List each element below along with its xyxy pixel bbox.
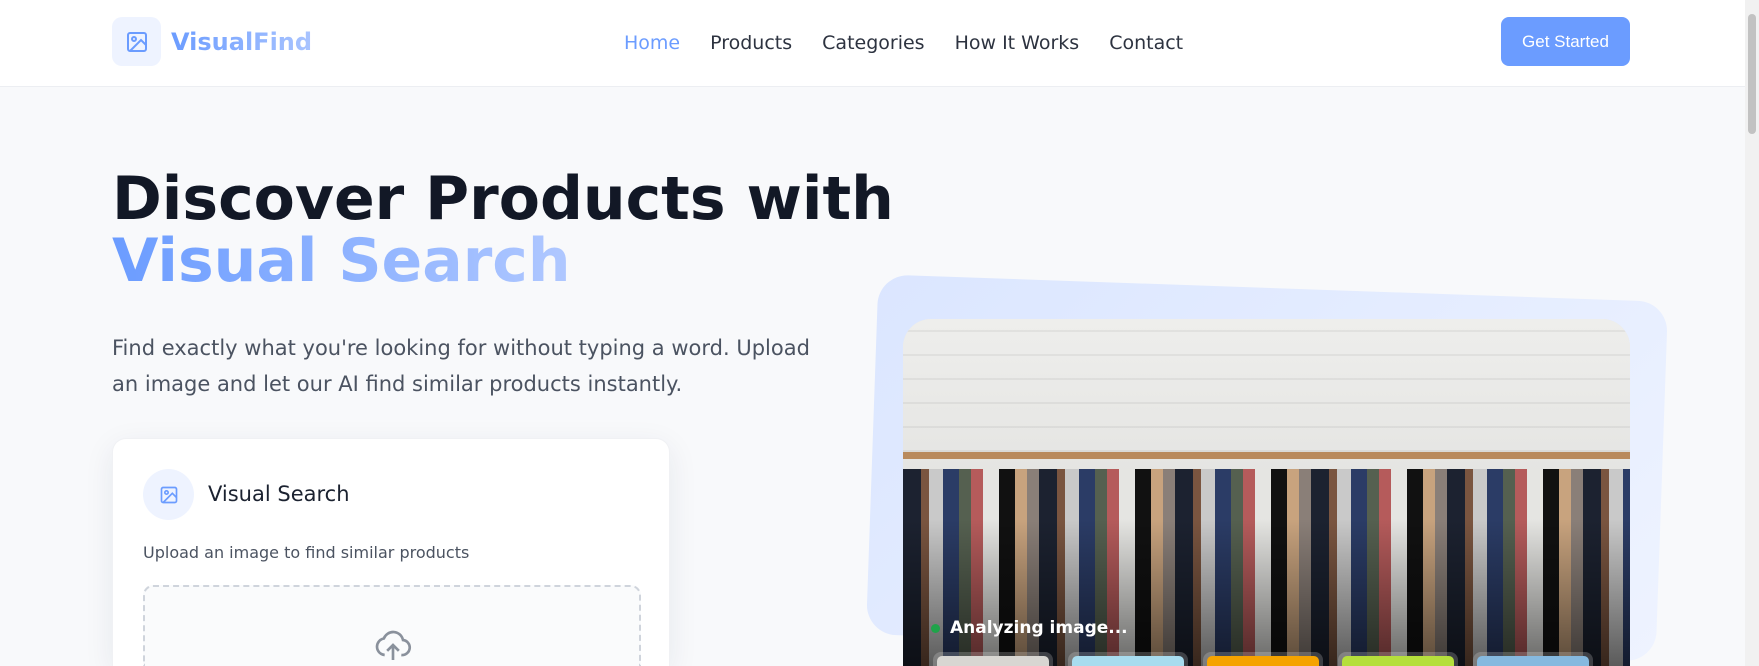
- scrollbar[interactable]: [1745, 0, 1759, 666]
- scrollbar-thumb[interactable]: [1748, 14, 1756, 134]
- result-thumbnail[interactable]: [1068, 652, 1188, 666]
- get-started-button[interactable]: Get Started: [1501, 17, 1630, 66]
- upload-dropzone[interactable]: [143, 585, 641, 666]
- image-icon: [143, 469, 194, 520]
- nav-link-contact[interactable]: Contact: [1109, 32, 1183, 54]
- hero-lead: Find exactly what you're looking for wit…: [112, 336, 810, 396]
- top-nav: VisualFind Home Products Categories How …: [0, 0, 1745, 87]
- nav-link-categories[interactable]: Categories: [822, 32, 924, 54]
- result-thumbnail[interactable]: [933, 652, 1053, 666]
- result-thumbnails: [933, 652, 1593, 666]
- result-thumbnail[interactable]: [1203, 652, 1323, 666]
- status-dot-icon: [931, 623, 940, 633]
- visual-search-card: Visual Search Upload an image to find si…: [112, 438, 670, 666]
- result-thumbnail[interactable]: [1338, 652, 1458, 666]
- brand-name[interactable]: VisualFind: [171, 28, 312, 56]
- hero-title: Discover Products with Visual Search: [112, 168, 894, 292]
- hero-preview-image: Analyzing image...: [903, 319, 1630, 666]
- nav-link-products[interactable]: Products: [710, 32, 792, 54]
- nav-link-how-it-works[interactable]: How It Works: [955, 32, 1080, 54]
- status-text: Analyzing image...: [950, 618, 1128, 638]
- analysis-status: Analyzing image...: [931, 618, 1128, 638]
- cloud-upload-icon: [375, 630, 412, 660]
- nav-link-home[interactable]: Home: [624, 32, 680, 54]
- hero-title-highlight: Visual Search: [112, 226, 571, 296]
- logo-image-icon[interactable]: [112, 17, 161, 66]
- result-thumbnail[interactable]: [1473, 652, 1593, 666]
- card-subtitle: Upload an image to find similar products: [143, 543, 470, 562]
- card-title: Visual Search: [208, 482, 350, 506]
- hero-title-line1: Discover Products with: [112, 164, 894, 234]
